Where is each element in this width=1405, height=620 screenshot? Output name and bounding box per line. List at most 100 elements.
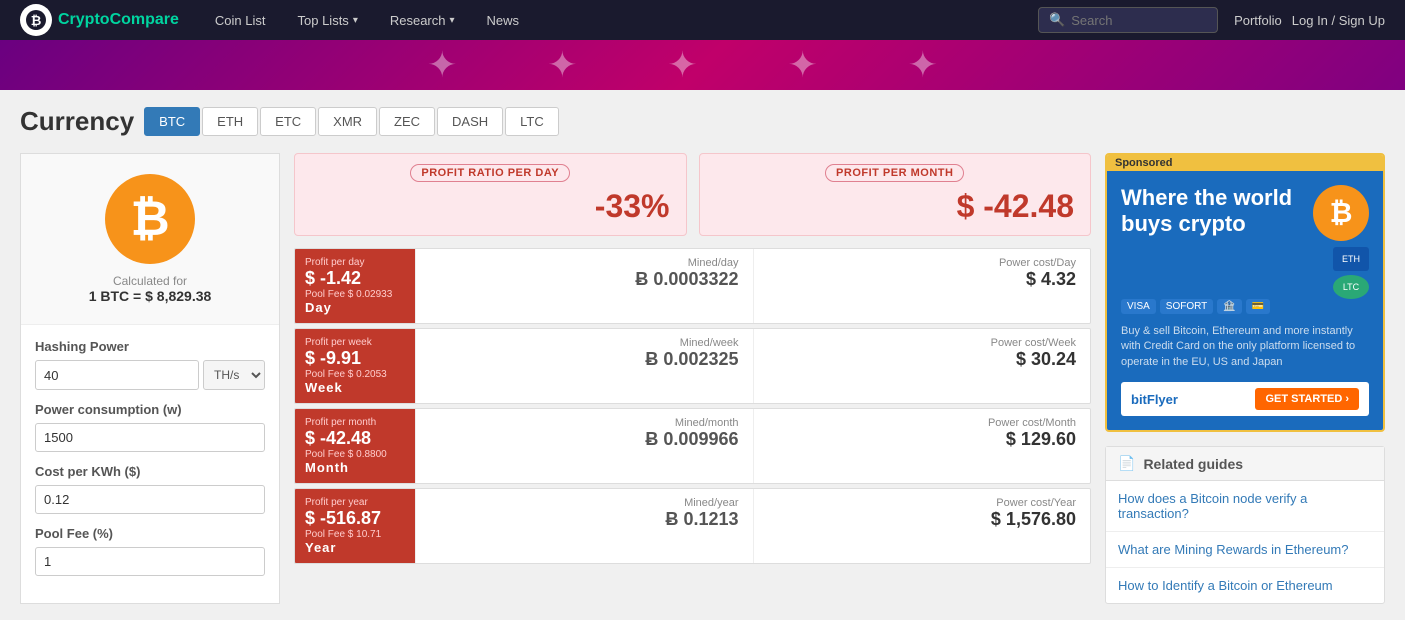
sponsored-box: Sponsored Where the world buys crypto ₿ … — [1105, 153, 1385, 432]
profit-ratio-card: PROFIT RATIO PER DAY -33% — [294, 153, 687, 236]
tab-etc[interactable]: ETC — [260, 107, 316, 136]
list-item[interactable]: How to Identify a Bitcoin or Ethereum — [1106, 568, 1384, 603]
sponsored-headline: Where the world buys crypto — [1121, 185, 1313, 238]
nav-top-lists[interactable]: Top Lists ▾ — [282, 0, 374, 40]
nav-coin-list[interactable]: Coin List — [199, 0, 282, 40]
pool-fee: Pool Fee $ 0.8800 — [305, 449, 387, 460]
table-row: Profit per month $ -42.48 Pool Fee $ 0.8… — [294, 408, 1091, 484]
pool-fee: Pool Fee $ 10.71 — [305, 529, 381, 540]
hashing-unit-select[interactable]: TH/s GH/s MH/s — [203, 360, 265, 390]
related-guides-panel: 📄 Related guides How does a Bitcoin node… — [1105, 446, 1385, 604]
table-row: Profit per day $ -1.42 Pool Fee $ 0.0293… — [294, 248, 1091, 324]
mined-cell: Mined/day Ƀ 0.0003322 — [415, 249, 753, 323]
power-label: Power cost/Week — [768, 337, 1077, 349]
power-cell: Power cost/Month $ 129.60 — [753, 409, 1091, 483]
card-icon: 💳 — [1246, 299, 1270, 314]
logo-text: CryptoCompare — [58, 11, 179, 29]
mined-value: Ƀ 0.009966 — [430, 429, 739, 450]
tab-xmr[interactable]: XMR — [318, 107, 377, 136]
profit-month-value: $ -42.48 — [716, 188, 1075, 225]
list-item[interactable]: What are Mining Rewards in Ethereum? — [1106, 532, 1384, 568]
mined-cell: Mined/week Ƀ 0.002325 — [415, 329, 753, 403]
tab-dash[interactable]: DASH — [437, 107, 503, 136]
cost-per-kwh-label: Cost per KWh ($) — [35, 464, 265, 479]
profit-sub: Profit per week — [305, 337, 372, 348]
hashing-power-input[interactable] — [35, 360, 199, 390]
currency-tabs: BTC ETH ETC XMR ZEC DASH LTC — [144, 107, 559, 136]
pool-fee-row — [35, 547, 265, 576]
calc-label: Calculated for — [113, 274, 187, 288]
mined-value: Ƀ 0.0003322 — [430, 269, 739, 290]
sponsored-description: Buy & sell Bitcoin, Ethereum and more in… — [1121, 324, 1369, 370]
tab-ltc[interactable]: LTC — [505, 107, 559, 136]
power-value: $ 129.60 — [768, 429, 1077, 450]
left-panel: ₿ Calculated for 1 BTC = $ 8,829.38 Hash… — [20, 153, 280, 604]
page-title: Currency — [20, 106, 134, 137]
nav-right: Portfolio Log In / Sign Up — [1234, 13, 1385, 28]
tab-zec[interactable]: ZEC — [379, 107, 435, 136]
power-label: Power cost/Month — [768, 417, 1077, 429]
pool-fee-label: Pool Fee (%) — [35, 526, 265, 541]
related-guides-header: 📄 Related guides — [1106, 447, 1384, 481]
banner: ✦ ✦ ✦ ✦ ✦ — [0, 40, 1405, 90]
sofort-icon: SOFORT — [1160, 299, 1213, 314]
login-link[interactable]: Log In / Sign Up — [1292, 13, 1385, 28]
btc-icon-area: ₿ Calculated for 1 BTC = $ 8,829.38 — [21, 154, 279, 325]
btc-icon: ₿ — [105, 174, 195, 264]
row-label: Profit per year $ -516.87 Pool Fee $ 10.… — [295, 489, 415, 563]
sponsored-btc-icon: ₿ — [1313, 185, 1369, 241]
tab-eth[interactable]: ETH — [202, 107, 258, 136]
period-label: Week — [305, 380, 343, 395]
currency-header: Currency BTC ETH ETC XMR ZEC DASH LTC — [20, 106, 1385, 137]
form-section: Hashing Power TH/s GH/s MH/s Power consu… — [21, 325, 279, 602]
pool-fee-input[interactable] — [35, 547, 265, 576]
hashing-power-row: TH/s GH/s MH/s — [35, 360, 265, 390]
power-label: Power cost/Day — [768, 257, 1077, 269]
bitflyer-logo: bitFlyer — [1131, 392, 1178, 407]
payment-icons: VISA SOFORT 🏦 💳 — [1121, 299, 1369, 314]
power-cell: Power cost/Day $ 4.32 — [753, 249, 1091, 323]
navbar: ₿ CryptoCompare Coin List Top Lists ▾ Re… — [0, 0, 1405, 40]
visa-icon: VISA — [1121, 299, 1156, 314]
row-label: Profit per week $ -9.91 Pool Fee $ 0.205… — [295, 329, 415, 403]
bitflyer-row: bitFlyer GET STARTED › — [1121, 382, 1369, 416]
nav-research[interactable]: Research ▾ — [374, 0, 471, 40]
right-panel: Sponsored Where the world buys crypto ₿ … — [1105, 153, 1385, 604]
mined-cell: Mined/month Ƀ 0.009966 — [415, 409, 753, 483]
pool-fee: Pool Fee $ 0.02933 — [305, 289, 392, 300]
profit-amount: $ -9.91 — [305, 348, 361, 369]
cost-per-kwh-input[interactable] — [35, 485, 265, 514]
related-guides-list: How does a Bitcoin node verify a transac… — [1106, 481, 1384, 603]
period-label: Year — [305, 540, 336, 555]
related-guides-title: Related guides — [1143, 456, 1243, 472]
bank-icon: 🏦 — [1217, 299, 1241, 314]
power-value: $ 30.24 — [768, 349, 1077, 370]
tab-btc[interactable]: BTC — [144, 107, 200, 136]
search-icon: 🔍 — [1049, 12, 1065, 28]
mined-cell: Mined/year Ƀ 0.1213 — [415, 489, 753, 563]
list-item[interactable]: How does a Bitcoin node verify a transac… — [1106, 481, 1384, 532]
row-label: Profit per month $ -42.48 Pool Fee $ 0.8… — [295, 409, 415, 483]
nav-logo[interactable]: ₿ CryptoCompare — [20, 4, 179, 36]
get-started-button[interactable]: GET STARTED › — [1255, 388, 1359, 410]
search-box: 🔍 — [1038, 7, 1218, 33]
profit-sub: Profit per day — [305, 257, 364, 268]
power-label: Power cost/Year — [768, 497, 1077, 509]
top-lists-arrow-icon: ▾ — [353, 15, 358, 26]
search-input[interactable] — [1071, 13, 1211, 28]
mined-label: Mined/week — [430, 337, 739, 349]
svg-text:₿: ₿ — [31, 13, 42, 28]
profit-ratio-label: PROFIT RATIO PER DAY — [410, 164, 570, 182]
power-cell: Power cost/Year $ 1,576.80 — [753, 489, 1091, 563]
period-label: Day — [305, 300, 332, 315]
table-row: Profit per year $ -516.87 Pool Fee $ 10.… — [294, 488, 1091, 564]
portfolio-link[interactable]: Portfolio — [1234, 13, 1282, 28]
mined-label: Mined/year — [430, 497, 739, 509]
nav-news[interactable]: News — [471, 0, 536, 40]
table-row: Profit per week $ -9.91 Pool Fee $ 0.205… — [294, 328, 1091, 404]
pool-fee: Pool Fee $ 0.2053 — [305, 369, 387, 380]
sponsored-content: Where the world buys crypto ₿ ETH LTC VI… — [1107, 171, 1383, 430]
hashing-power-label: Hashing Power — [35, 339, 265, 354]
row-label: Profit per day $ -1.42 Pool Fee $ 0.0293… — [295, 249, 415, 323]
power-consumption-input[interactable] — [35, 423, 265, 452]
